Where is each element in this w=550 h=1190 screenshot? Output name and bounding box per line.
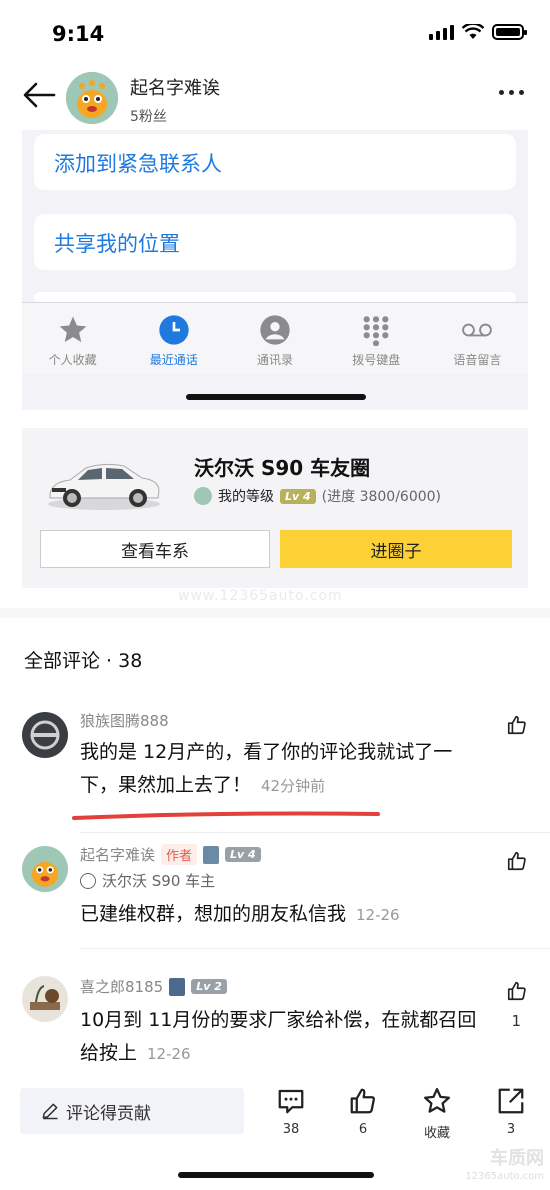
section-divider [0,608,550,618]
fans-count[interactable]: 5粉丝 [130,106,167,126]
comments-title: 全部评论 · 38 [24,650,143,672]
tab-label: 最近通话 [149,353,198,367]
page: 9:14 起名字难诶 5粉丝 添加到紧急联系人 共享我的位置 个人收藏 最近通话… [0,0,550,1190]
favorite-button[interactable]: 收藏 [412,1086,462,1141]
phone-tab-bar: 个人收藏 最近通话 通讯录 拨号键盘 语音留言 [22,302,528,374]
author-name: 起名字难诶 [80,846,156,864]
comment-count: 38 [282,1122,300,1137]
comment-body: 10月到 11月份的要求厂家给补偿，在就都召回给按上 [80,1009,477,1064]
level-label: 我的等级 [218,489,274,505]
comment-icon [278,1089,304,1114]
logo-sub: 12365auto.com [465,1171,544,1182]
comment-author[interactable]: 喜之郎8185 Lv 2 [80,976,227,997]
tab-recents: 最近通话 [123,303,224,374]
favorite-label: 收藏 [423,1126,450,1141]
comment-time: 12-26 [356,906,400,924]
thumbs-up-icon [350,1088,375,1114]
person-icon [260,315,290,345]
share-location-card: 共享我的位置 [34,214,516,270]
tab-voicemail: 语音留言 [427,303,528,374]
comment-divider [80,832,550,833]
pencil-icon [42,1103,58,1120]
comment-body: 已建维权群，想加的朋友私信我 [80,903,347,925]
embedded-screenshot: 添加到紧急联系人 共享我的位置 个人收藏 最近通话 通讯录 拨号键盘 语音留言 [22,130,528,410]
tab-favorites: 个人收藏 [22,303,123,374]
avatar[interactable] [22,846,68,892]
comment-text: 已建维权群，想加的朋友私信我 12-26 [80,898,480,932]
more-options-icon[interactable] [499,90,524,95]
author-name: 狼族图腾888 [80,712,169,730]
status-time: 9:14 [52,22,105,46]
tab-label: 个人收藏 [48,353,97,367]
bottom-action-bar: 评论得贡献 38 6 收藏 3 [0,1078,550,1158]
level-badge: Lv 2 [191,979,227,994]
avatar[interactable] [22,712,68,758]
comment-time: 42分钟前 [261,777,326,795]
tab-label: 拨号键盘 [352,353,401,367]
level-progress: (进度 3800/6000) [321,489,442,505]
comment-divider [80,948,550,949]
car-circle-card[interactable]: 沃尔沃 S90 车友圈 我的等级 Lv 4 (进度 3800/6000) 查看车… [22,428,528,588]
back-arrow-icon[interactable] [22,80,56,110]
share-icon [498,1088,524,1114]
like-count: 1 [511,1012,521,1030]
profile-name: 起名字难诶 [130,78,220,99]
tab-contacts: 通讯录 [224,303,325,374]
like-count: 6 [358,1122,368,1137]
battery-icon [492,24,527,40]
circle-title: 沃尔沃 S90 车友圈 [194,456,371,480]
car-owner-icon [80,872,96,889]
write-comment-label: 评论得贡献 [66,1103,151,1124]
tab-label: 通讯录 [257,353,294,367]
logo-main: 车质网 [490,1148,544,1169]
clock-icon [159,315,189,345]
level-badge: Lv 4 [225,847,261,862]
avatar[interactable] [22,976,68,1022]
comment-button[interactable]: 38 [266,1086,316,1137]
star-icon [59,316,86,342]
red-underline-annotation [72,811,380,820]
medal-icon [169,977,186,996]
like-icon[interactable] [506,980,528,1002]
profile-header: 起名字难诶 5粉丝 [0,66,550,130]
owner-row: 沃尔沃 S90 车主 [80,870,215,891]
embedded-home-indicator [186,394,366,400]
author-name: 喜之郎8185 [80,978,164,996]
like-icon[interactable] [506,850,528,872]
write-comment-input[interactable]: 评论得贡献 [20,1088,244,1134]
join-circle-button[interactable]: 进圈子 [280,530,512,568]
comment-text: 10月到 11月份的要求厂家给补偿，在就都召回给按上 12-26 [80,1004,480,1071]
medal-icon [203,845,220,864]
level-row: 我的等级 Lv 4 (进度 3800/6000) [194,486,441,506]
avatar [194,487,212,505]
status-bar: 9:14 [0,0,550,66]
keypad-icon [363,316,389,346]
like-icon[interactable] [506,714,528,736]
comment-time: 12-26 [147,1045,191,1063]
comment-text: 我的是 12月产的，看了你的评论我就试了一下，果然加上去了！ 42分钟前 [80,736,480,803]
site-logo-watermark: 车质网 12365auto.com [465,1150,544,1186]
like-button[interactable]: 6 [338,1086,388,1137]
star-outline-icon [424,1088,450,1113]
avatar[interactable] [66,72,118,124]
watermark: www.12365auto.com [178,588,343,604]
level-badge: Lv 4 [280,488,316,504]
voicemail-icon [462,323,493,337]
status-icons [429,24,527,40]
car-image [48,463,160,510]
tab-label: 语音留言 [453,353,502,367]
tab-keypad: 拨号键盘 [326,303,427,374]
share-button[interactable]: 3 [486,1086,536,1137]
comment-author[interactable]: 起名字难诶 作者 Lv 4 [80,844,261,865]
emergency-contact-card: 添加到紧急联系人 [34,134,516,190]
owner-label: 沃尔沃 S90 车主 [102,872,216,890]
share-count: 3 [506,1122,516,1137]
view-series-button[interactable]: 查看车系 [40,530,270,568]
comment-author[interactable]: 狼族图腾888 [80,710,169,731]
author-tag: 作者 [161,844,198,865]
signal-icon [429,24,454,40]
wifi-icon [462,24,484,39]
home-indicator [178,1172,374,1178]
